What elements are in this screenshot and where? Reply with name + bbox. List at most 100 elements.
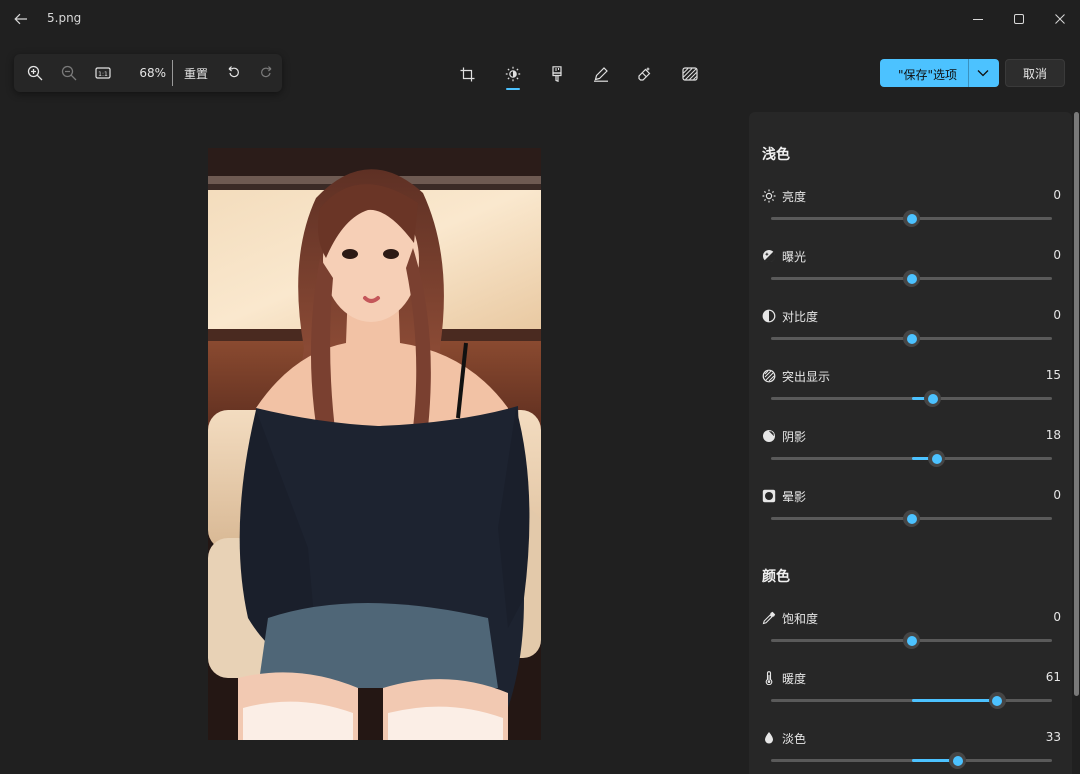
- tint-slider-thumb-dot: [952, 755, 963, 766]
- zoom-out-button[interactable]: [56, 62, 82, 84]
- saturation-slider-thumb[interactable]: [903, 632, 920, 649]
- brightness-slider-thumb[interactable]: [903, 210, 920, 227]
- erase-tool-button[interactable]: [632, 62, 658, 86]
- photo-canvas[interactable]: [208, 148, 541, 740]
- save-dropdown-toggle[interactable]: [975, 65, 991, 81]
- shadows-label: 阴影: [782, 430, 807, 444]
- warmth-slider-thumb-dot: [992, 695, 1003, 706]
- title-bar: 5.png: [0, 0, 1080, 38]
- contrast-icon: [761, 308, 777, 324]
- exposure-icon: [761, 248, 777, 264]
- adjust-panel: 浅色 亮度 0 曝光 0 对比度 0 突出显示 15 阴影 18 晕影 0 颜色 饱和度 0 暖度 61 淡色…: [749, 112, 1072, 774]
- brightness-value: 0: [1053, 188, 1061, 202]
- window-title: 5.png: [47, 11, 82, 25]
- adjustment-highlights: 突出显示 15: [749, 364, 1072, 422]
- save-options-label: "保存"选项: [898, 68, 958, 82]
- contrast-label: 对比度: [782, 310, 819, 324]
- highlights-slider-thumb[interactable]: [924, 390, 942, 407]
- vignette-slider-thumb-dot: [906, 513, 917, 524]
- color-section-title: 颜色: [762, 569, 790, 585]
- zoom-out-icon: [61, 65, 77, 81]
- highlights-label: 突出显示: [782, 370, 831, 384]
- saturation-label: 饱和度: [782, 612, 819, 626]
- tint-label: 淡色: [782, 732, 807, 746]
- erase-icon: [638, 67, 651, 81]
- active-tool-indicator: [506, 88, 520, 90]
- crop-icon: [460, 67, 474, 81]
- exposure-slider-thumb-dot: [906, 273, 917, 284]
- warmth-slider-fill: [911, 699, 998, 702]
- adjust-tool-button[interactable]: [500, 62, 526, 86]
- back-button[interactable]: [8, 7, 34, 31]
- minimize-button[interactable]: [958, 4, 998, 34]
- close-icon: [1055, 14, 1065, 24]
- saturation-icon: [761, 610, 777, 626]
- crop-tool-button[interactable]: [454, 62, 480, 86]
- maximize-button[interactable]: [999, 4, 1039, 34]
- undo-icon: [228, 66, 239, 78]
- adjustment-saturation: 饱和度 0: [749, 606, 1072, 664]
- background-tool-button[interactable]: [677, 62, 703, 86]
- vignette-slider[interactable]: [771, 510, 1052, 527]
- shadows-slider[interactable]: [771, 450, 1052, 467]
- contrast-value: 0: [1053, 308, 1061, 322]
- filter-tool-button[interactable]: [544, 62, 570, 86]
- cancel-button[interactable]: 取消: [1005, 59, 1065, 87]
- saturation-value: 0: [1053, 610, 1061, 624]
- highlights-slider[interactable]: [771, 390, 1052, 407]
- tint-value: 33: [1045, 730, 1061, 744]
- back-arrow-icon: [14, 13, 27, 25]
- adjustment-tint: 淡色 33: [749, 726, 1072, 774]
- contrast-slider-thumb[interactable]: [903, 330, 920, 347]
- saturation-slider[interactable]: [771, 632, 1052, 649]
- adjustment-vignette: 晕影 0: [749, 484, 1072, 542]
- save-options-button[interactable]: "保存"选项: [880, 59, 999, 87]
- toolbar-divider: [172, 60, 173, 86]
- zoom-level[interactable]: 68%: [132, 62, 166, 84]
- exposure-slider[interactable]: [771, 270, 1052, 287]
- exposure-value: 0: [1053, 248, 1061, 262]
- tint-icon: [761, 730, 777, 746]
- saturation-slider-thumb-dot: [906, 635, 917, 646]
- panel-scrollbar[interactable]: [1074, 112, 1079, 696]
- adjustment-contrast: 对比度 0: [749, 304, 1072, 362]
- zoom-in-icon: [27, 65, 43, 81]
- minimize-icon: [973, 19, 983, 20]
- zoom-in-button[interactable]: [22, 62, 48, 84]
- warmth-value: 61: [1045, 670, 1061, 684]
- shadows-icon: [761, 428, 777, 444]
- exposure-slider-thumb[interactable]: [903, 270, 920, 287]
- adjustment-warmth: 暖度 61: [749, 666, 1072, 724]
- undo-button[interactable]: [220, 62, 246, 84]
- actual-size-button[interactable]: 1:1: [90, 62, 116, 84]
- warmth-slider[interactable]: [771, 692, 1052, 709]
- shadows-value: 18: [1045, 428, 1061, 442]
- adjustment-shadows: 阴影 18: [749, 424, 1072, 482]
- filter-icon: [552, 66, 562, 82]
- chevron-down-icon: [977, 70, 989, 77]
- highlights-icon: [761, 368, 777, 384]
- vignette-slider-thumb[interactable]: [903, 510, 920, 527]
- light-section-title: 浅色: [762, 147, 790, 163]
- zoom-toolbar: 1:1 68% 重置: [14, 54, 282, 92]
- brightness-slider-thumb-dot: [906, 213, 917, 224]
- warmth-slider-thumb[interactable]: [988, 692, 1006, 709]
- tint-slider[interactable]: [771, 752, 1052, 769]
- vignette-icon: [761, 488, 777, 504]
- close-button[interactable]: [1040, 4, 1080, 34]
- contrast-slider[interactable]: [771, 330, 1052, 347]
- adjust-icon: [505, 66, 521, 82]
- adjustment-exposure: 曝光 0: [749, 244, 1072, 302]
- highlights-slider-thumb-dot: [927, 393, 938, 404]
- reset-button[interactable]: 重置: [180, 62, 212, 84]
- markup-icon: [594, 67, 608, 82]
- shadows-slider-thumb[interactable]: [928, 450, 946, 467]
- redo-button[interactable]: [254, 62, 280, 84]
- vignette-label: 晕影: [782, 490, 807, 504]
- brightness-slider[interactable]: [771, 210, 1052, 227]
- markup-tool-button[interactable]: [588, 62, 614, 86]
- actual-size-icon: 1:1: [95, 67, 111, 79]
- vignette-value: 0: [1053, 488, 1061, 502]
- tint-slider-thumb[interactable]: [949, 752, 967, 769]
- background-blur-icon: [682, 67, 698, 81]
